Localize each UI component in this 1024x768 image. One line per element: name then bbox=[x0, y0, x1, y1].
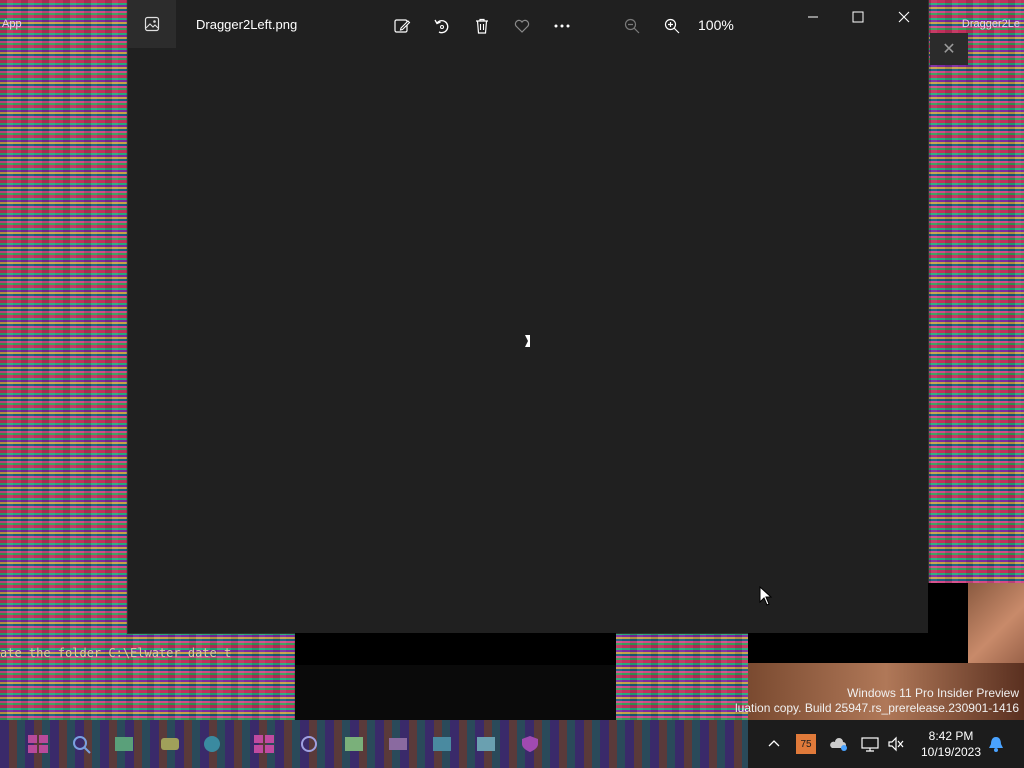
volume-muted-icon[interactable] bbox=[886, 734, 906, 754]
zoom-out-icon[interactable] bbox=[618, 12, 646, 40]
clock-time: 8:42 PM bbox=[928, 729, 974, 743]
task-view-icon[interactable] bbox=[112, 733, 136, 755]
background-close-button[interactable]: ✕ bbox=[930, 33, 968, 65]
photos-window: Dragger2Left.png 100% bbox=[128, 0, 928, 633]
security-icon[interactable] bbox=[518, 733, 542, 755]
store-icon[interactable] bbox=[342, 733, 366, 755]
photos-titlebar: Dragger2Left.png 100% bbox=[128, 0, 928, 50]
photos-taskbar-icon[interactable] bbox=[474, 733, 498, 755]
edit-icon[interactable] bbox=[388, 12, 416, 40]
edge-icon[interactable] bbox=[200, 733, 224, 755]
background-window-title-right: Dragger2Le bbox=[961, 18, 1020, 30]
file-name-title: Dragger2Left.png bbox=[196, 17, 298, 32]
widgets-icon[interactable] bbox=[158, 733, 182, 755]
zoom-in-icon[interactable] bbox=[658, 12, 686, 40]
clock[interactable]: 8:42 PM 10/19/2023 bbox=[918, 728, 984, 760]
weather-badge[interactable]: 75 bbox=[796, 734, 816, 754]
clock-date: 10/19/2023 bbox=[920, 745, 982, 759]
more-icon[interactable] bbox=[548, 12, 576, 40]
file-explorer-icon[interactable] bbox=[252, 733, 276, 755]
terminal-icon[interactable] bbox=[430, 733, 454, 755]
start-icon[interactable] bbox=[26, 733, 50, 755]
background-window-fragment bbox=[295, 665, 616, 720]
favorite-icon[interactable] bbox=[508, 12, 536, 40]
background-window-title: App bbox=[2, 18, 22, 30]
displayed-image bbox=[524, 334, 532, 348]
console-output-text: ate the folder C:\Elwater date t bbox=[0, 646, 232, 660]
chevron-up-icon[interactable] bbox=[764, 734, 784, 754]
close-button[interactable] bbox=[882, 4, 926, 30]
zoom-level-label[interactable]: 100% bbox=[698, 17, 734, 33]
os-watermark-line1: Windows 11 Pro Insider Preview bbox=[847, 686, 1019, 700]
maximize-button[interactable] bbox=[836, 4, 880, 30]
os-watermark-line2: luation copy. Build 25947.rs_prerelease.… bbox=[735, 701, 1019, 715]
network-icon[interactable] bbox=[860, 734, 880, 754]
mail-icon[interactable] bbox=[386, 733, 410, 755]
delete-icon[interactable] bbox=[468, 12, 496, 40]
rotate-icon[interactable] bbox=[428, 12, 456, 40]
photos-app-icon[interactable] bbox=[128, 0, 176, 48]
background-window-fragment bbox=[295, 633, 616, 665]
minimize-button[interactable] bbox=[791, 4, 835, 30]
search-icon[interactable] bbox=[70, 733, 94, 755]
mouse-cursor-icon bbox=[759, 585, 773, 606]
background-window-fragment bbox=[748, 633, 968, 663]
search-app-icon[interactable] bbox=[297, 733, 321, 755]
notification-bell-icon[interactable] bbox=[986, 734, 1006, 754]
onedrive-icon[interactable] bbox=[828, 734, 848, 754]
